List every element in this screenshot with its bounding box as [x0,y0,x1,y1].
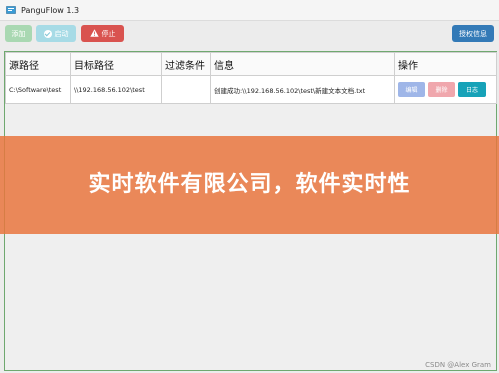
stop-button[interactable]: 停止 [81,25,124,42]
delete-button[interactable]: 删除 [428,82,455,97]
license-button-label: 授权信息 [459,29,487,38]
cell-target: \\192.168.56.102\test [70,75,162,104]
app-icon [6,5,16,15]
watermark: CSDN @Alex Gram [425,361,491,369]
overlay-banner: 实时软件有限公司，软件实时性 [0,136,499,234]
cell-source: C:\Software\test [5,75,71,104]
column-header-source: 源路径 [5,52,71,76]
column-header-info: 信息 [210,52,395,76]
column-header-target: 目标路径 [70,52,162,76]
column-header-actions: 操作 [394,52,497,76]
cell-filter [161,75,211,104]
cell-info: 创建成功:\\192.168.56.102\test\新建文本文档.txt [210,75,395,104]
toolbar: 添加 启动 停止 授权信息 [0,20,499,48]
stop-button-label: 停止 [101,29,116,38]
table-header-row: 源路径 目标路径 过滤条件 信息 操作 [5,52,497,76]
start-button[interactable]: 启动 [36,25,76,42]
license-info-button[interactable]: 授权信息 [452,25,494,42]
add-button-label: 添加 [11,29,26,38]
banner-text: 实时软件有限公司，软件实时性 [88,172,411,197]
window-title: PanguFlow 1.3 [21,5,80,15]
edit-button[interactable]: 编辑 [398,82,425,97]
cell-actions: 编辑 删除 日志 [394,75,497,104]
start-button-label: 启动 [54,29,69,38]
table-row[interactable]: C:\Software\test \\192.168.56.102\test 创… [5,75,497,104]
check-circle-icon [43,29,52,38]
warning-icon [89,28,99,39]
column-header-filter: 过滤条件 [161,52,211,76]
title-bar: PanguFlow 1.3 [0,0,499,21]
add-button[interactable]: 添加 [5,25,32,42]
log-button[interactable]: 日志 [458,82,486,97]
